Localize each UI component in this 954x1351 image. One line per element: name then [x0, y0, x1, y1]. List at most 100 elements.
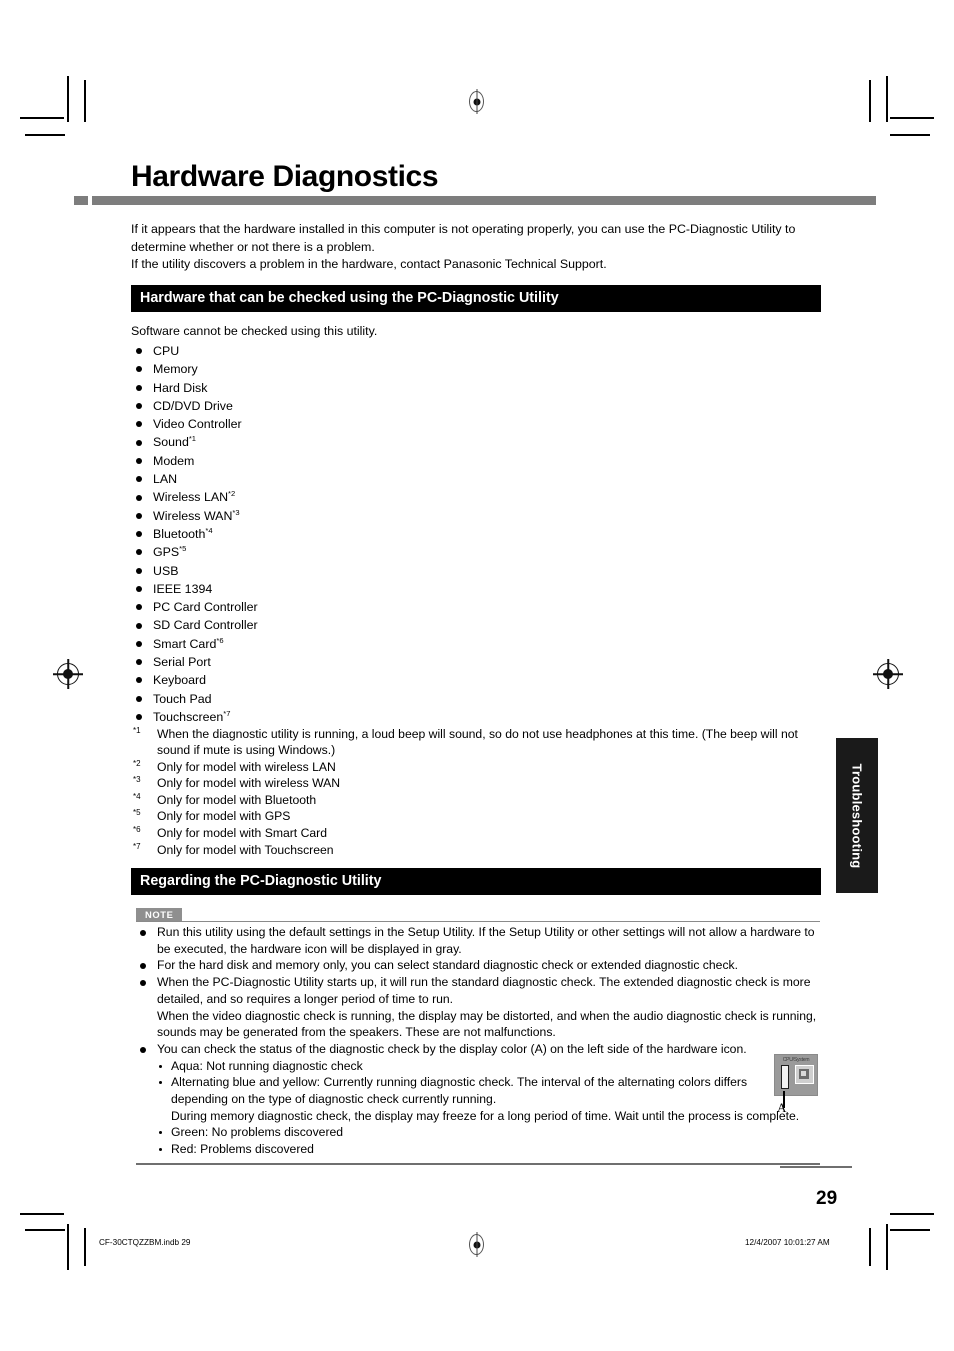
- note-text: You can check the status of the diagnost…: [157, 1041, 747, 1056]
- list-item-label: Modem: [153, 453, 195, 468]
- crop-mark-top-left-v2: [84, 80, 86, 122]
- bullet-dot: [136, 366, 142, 373]
- registration-mark-left: [57, 663, 79, 685]
- hardware-icon: CPU/System: [774, 1054, 818, 1096]
- list-item: Touchscreen*7: [131, 708, 258, 726]
- footnote-list: *1 When the diagnostic utility is running…: [131, 726, 825, 858]
- list-item-label: Serial Port: [153, 655, 211, 670]
- registration-mark-bottom-center: [469, 1234, 484, 1255]
- page-number: 29: [816, 1188, 838, 1209]
- note-bottom-rule: [136, 1163, 820, 1165]
- footnote-marker: *5: [133, 808, 141, 818]
- chip-icon: [795, 1065, 814, 1084]
- registration-mark-right: [877, 663, 899, 685]
- footer-filename: CF-30CTQZZBM.indb 29: [99, 1238, 191, 1247]
- footnote-text: Only for model with Bluetooth: [157, 792, 317, 807]
- hardware-icon-illustration: CPU/System: [774, 1054, 818, 1096]
- document-page: Hardware Diagnostics If it appears that …: [0, 0, 954, 1351]
- list-item: PC Card Controller: [131, 598, 258, 616]
- bullet-dot: [136, 714, 142, 721]
- crop-mark-bottom-left-v1: [67, 1224, 69, 1270]
- status-color-text: Green: No problems discovered: [171, 1125, 344, 1140]
- hardware-subnote: Software cannot be checked using this ut…: [131, 324, 378, 338]
- footnote: *3 Only for model with wireless WAN: [131, 775, 825, 791]
- bullet-dot: [136, 403, 142, 410]
- note-body: Run this utility using the default setti…: [136, 924, 826, 1158]
- list-item: SD Card Controller: [131, 616, 258, 634]
- footnote-text: Only for model with wireless WAN: [157, 776, 341, 791]
- footnote-text: Only for model with Smart Card: [157, 826, 328, 841]
- crop-mark-top-right-h1: [890, 117, 934, 119]
- list-item: Serial Port: [131, 653, 258, 671]
- bullet-dot: [136, 640, 142, 647]
- list-item: Bluetooth*4: [131, 525, 258, 543]
- section-heading-regarding: Regarding the PC-Diagnostic Utility: [131, 868, 821, 895]
- status-color-text: Red: Problems discovered: [171, 1142, 314, 1157]
- crop-mark-bottom-left-v2: [84, 1228, 86, 1266]
- crop-mark-top-right-v2: [886, 76, 888, 122]
- list-item: LAN: [131, 470, 258, 488]
- footnote-text: Only for model with wireless LAN: [157, 759, 336, 774]
- list-item-label: GPS: [153, 545, 180, 560]
- status-color-text: During memory diagnostic check, the disp…: [171, 1108, 800, 1123]
- list-item: Sound*1: [131, 433, 258, 451]
- list-item: Modem: [131, 452, 258, 470]
- status-color-item: Alternating blue and yellow: Currently r…: [157, 1074, 801, 1107]
- list-item: Keyboard: [131, 671, 258, 689]
- list-item: CD/DVD Drive: [131, 397, 258, 415]
- bullet-dot: [136, 384, 142, 391]
- sub-bullet-dot: [159, 1081, 162, 1085]
- list-item-label: Memory: [153, 362, 198, 377]
- bullet-dot: [136, 457, 142, 464]
- section-heading-hardware: Hardware that can be checked using the P…: [131, 285, 821, 312]
- note-top-rule: [136, 921, 820, 922]
- bullet-dot: [136, 567, 142, 574]
- list-item: Touch Pad: [131, 690, 258, 708]
- footer-timestamp: 12/4/2007 10:01:27 AM: [745, 1238, 830, 1247]
- list-item: Smart Card*6: [131, 635, 258, 653]
- note-item: When the PC-Diagnostic Utility starts up…: [136, 974, 826, 1007]
- bullet-dot: [136, 439, 142, 446]
- footnote-marker: *3: [232, 507, 240, 517]
- status-color-continuation: During memory diagnostic check, the disp…: [157, 1108, 801, 1125]
- footnote: *7 Only for model with Touchscreen: [131, 842, 825, 858]
- footnote-marker: *5: [179, 544, 187, 554]
- list-item: Wireless WAN*3: [131, 507, 258, 525]
- footnote: *2 Only for model with wireless LAN: [131, 759, 825, 775]
- note-item: For the hard disk and memory only, you c…: [136, 957, 826, 974]
- intro-paragraph: If it appears that the hardware installe…: [131, 222, 796, 272]
- footnote-marker: *6: [133, 825, 141, 835]
- chip-glyph: [799, 1069, 809, 1079]
- sub-bullet-dot: [159, 1148, 162, 1152]
- bullet-dot: [136, 531, 142, 538]
- list-item: Wireless LAN*2: [131, 488, 258, 506]
- note-text: Run this utility using the default setti…: [157, 925, 815, 956]
- status-color-bar: [781, 1065, 789, 1089]
- bullet-dot: [140, 930, 146, 936]
- note-text: When the PC-Diagnostic Utility starts up…: [157, 975, 811, 1006]
- crop-mark-top-left-v1: [67, 76, 69, 122]
- list-item-label: Touch Pad: [153, 691, 212, 706]
- status-color-item: Red: Problems discovered: [157, 1141, 826, 1158]
- side-tab-troubleshooting: Troubleshooting: [836, 738, 878, 893]
- note-text: For the hard disk and memory only, you c…: [157, 958, 739, 973]
- list-item: USB: [131, 562, 258, 580]
- crop-mark-bottom-right-h1: [890, 1213, 934, 1215]
- sub-bullet-dot: [159, 1064, 162, 1068]
- footnote-marker: *2: [228, 489, 236, 499]
- footnote-marker: *4: [133, 791, 141, 801]
- title-rule: [92, 196, 876, 205]
- bullet-dot: [136, 512, 142, 519]
- list-item-label: Video Controller: [153, 417, 242, 432]
- bullet-dot: [136, 348, 142, 355]
- sub-bullet-dot: [159, 1131, 162, 1135]
- crop-mark-bottom-right-v1: [869, 1228, 871, 1266]
- footnote-marker: *7: [133, 841, 141, 851]
- bullet-dot: [136, 549, 142, 556]
- list-item: CPU: [131, 342, 258, 360]
- bullet-dot: [136, 604, 142, 611]
- status-color-text: Alternating blue and yellow: Currently r…: [171, 1075, 748, 1107]
- status-color-item: Aqua: Not running diagnostic check: [157, 1058, 826, 1075]
- footnote-marker: *4: [205, 525, 213, 535]
- crop-mark-top-left-h2: [25, 134, 65, 136]
